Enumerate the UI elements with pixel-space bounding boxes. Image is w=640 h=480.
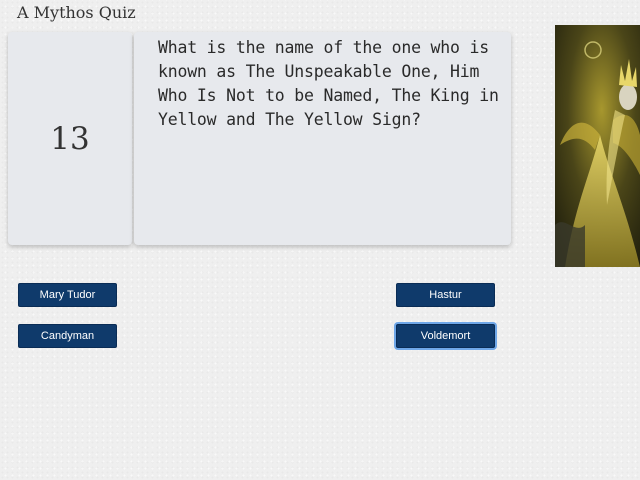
app-title: A Mythos Quiz [17,3,136,22]
king-in-yellow-image [555,25,640,267]
answer-button-voldemort[interactable]: Voldemort [396,324,495,348]
answer-button-hastur[interactable]: Hastur [396,283,495,307]
question-text: What is the name of the one who is known… [158,38,499,129]
answer-button-mary-tudor[interactable]: Mary Tudor [18,283,117,307]
question-card: What is the name of the one who is known… [134,32,511,245]
artwork-illustration [555,25,640,267]
question-number: 13 [50,120,90,157]
question-number-card: 13 [8,32,132,245]
answer-button-candyman[interactable]: Candyman [18,324,117,348]
